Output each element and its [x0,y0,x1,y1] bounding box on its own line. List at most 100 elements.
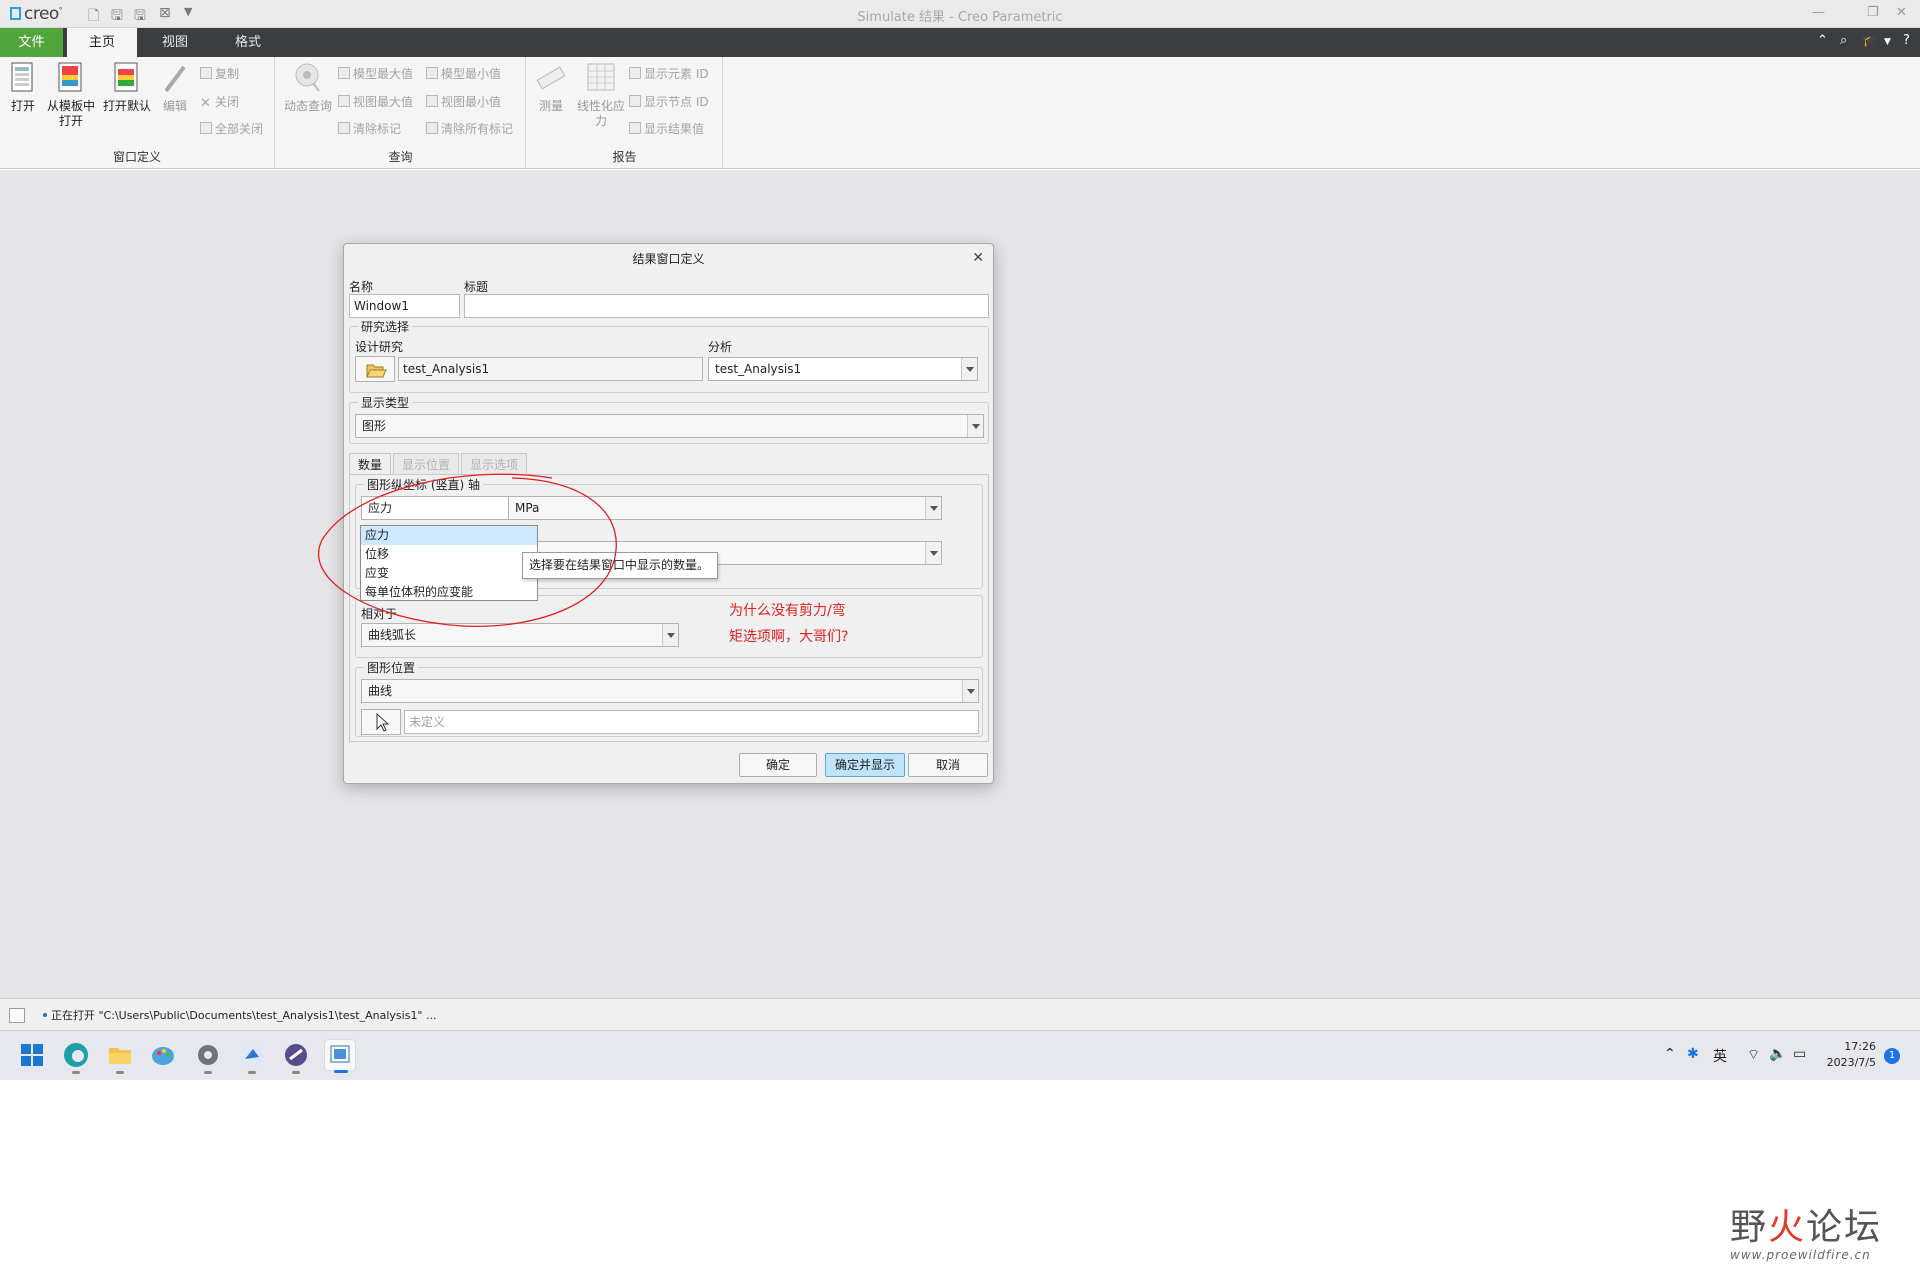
result-window-definition-dialog: 结果窗口定义 ✕ 名称 标题 Window1 研究选择 设计研究 分析 test… [343,243,994,784]
view-min-button[interactable]: 视图最小值 [426,93,501,110]
tab-quantity[interactable]: 数量 [349,453,391,475]
minimize-icon[interactable]: — [1812,5,1825,20]
tab-format[interactable]: 格式 [213,28,283,57]
help-icon[interactable]: ? [1903,33,1910,48]
message-log-checkbox[interactable] [9,1008,25,1023]
learning-menu-icon[interactable]: ▼ [1884,37,1891,47]
restore-icon[interactable]: ❐ [1867,5,1879,20]
annotation-line-1: 为什么没有剪力/弯 [729,603,846,619]
model-min-button[interactable]: 模型最小值 [426,65,501,82]
edit-button[interactable]: 编辑 [158,59,192,114]
volume-icon[interactable]: 🔈 [1769,1046,1786,1062]
eraser-all-icon [426,122,438,134]
taskbar-simulate-results[interactable] [324,1039,356,1073]
analysis-select[interactable]: test_Analysis1 [708,357,978,381]
show-node-id-button[interactable]: 显示节点 ID [629,93,709,110]
ok-button[interactable]: 确定 [739,753,817,777]
model-max-button[interactable]: 模型最大值 [338,65,413,82]
ime-indicator[interactable]: 英 [1713,1046,1727,1066]
view-max-icon [338,95,350,107]
taskbar-edge[interactable] [60,1039,92,1074]
open-default-button[interactable]: 打开默认 [100,59,154,114]
name-input[interactable]: Window1 [349,294,460,318]
graph-location-select[interactable]: 曲线 [361,679,979,703]
tab-display-options[interactable]: 显示选项 [461,453,527,475]
status-bar: 正在打开 "C:\Users\Public\Documents\test_Ana… [0,998,1920,1030]
dialog-close-icon[interactable]: ✕ [972,250,984,266]
group-label-window-definition: 窗口定义 [112,150,161,164]
watermark-char-a: 野 [1730,1207,1769,1248]
wifi-icon[interactable]: ⌔ [1747,1046,1760,1064]
display-type-select[interactable]: 图形 [355,414,984,438]
cursor-arrow-icon [376,712,390,732]
tab-view[interactable]: 视图 [140,28,210,57]
taskbar-settings[interactable] [192,1039,224,1074]
template-window-icon [56,61,86,95]
dropdown-option-strain[interactable]: 应变 [361,564,537,583]
clear-marks-button[interactable]: 清除标记 [338,120,401,137]
title-input[interactable] [464,294,989,318]
taskbar-creo[interactable] [280,1039,312,1074]
relative-to-label: 相对于 [361,607,398,621]
group-window-definition: 打开 从模板中 打开 打开默认 编辑 复制 ✕ 关闭 全部关闭 窗口定义 [0,57,275,169]
show-element-id-button[interactable]: 显示元素 ID [629,65,709,82]
dialog-title: 结果窗口定义 [632,252,705,266]
show-result-value-button[interactable]: 显示结果值 [629,120,704,137]
tab-home[interactable]: 主页 [67,28,137,57]
close-icon[interactable]: ✕ [1896,5,1907,20]
pencil-icon [160,61,190,95]
display-type-label: 显示类型 [358,394,413,411]
collapse-ribbon-icon[interactable]: ⌃ [1817,33,1828,48]
quantity-dropdown-list: 应力 位移 应变 每单位体积的应变能 [360,525,538,601]
battery-icon[interactable]: ▭ [1793,1046,1806,1062]
dropdown-option-strain-energy-density[interactable]: 每单位体积的应变能 [361,583,537,602]
tab-display-location[interactable]: 显示位置 [393,453,459,475]
results-window-icon [330,1045,350,1063]
taskbar-explorer[interactable] [104,1039,136,1074]
cancel-button[interactable]: 取消 [908,753,988,777]
dynamic-query-icon [293,61,323,95]
notification-badge[interactable]: 1 [1884,1048,1900,1064]
ok-and-show-button[interactable]: 确定并显示 [825,753,905,777]
relative-to-select[interactable]: 曲线弧长 [361,623,679,647]
start-button[interactable] [16,1039,48,1071]
chevron-down-icon [662,624,678,646]
dropdown-option-stress[interactable]: 应力 [361,526,537,545]
title-label: 标题 [464,280,489,294]
ribbon: 打开 从模板中 打开 打开默认 编辑 复制 ✕ 关闭 全部关闭 窗口定义 动态查… [0,57,1920,169]
location-input[interactable]: 未定义 [404,710,979,734]
unit-select[interactable]: MPa [508,496,942,520]
close-all-button[interactable]: 全部关闭 [200,120,263,137]
dynamic-query-button[interactable]: 动态查询 [280,59,336,114]
copy-icon [200,67,212,79]
tab-file[interactable]: 文件 [0,28,63,57]
taskbar-paint[interactable] [148,1039,180,1071]
annotation-line-2: 矩选项啊，大哥们? [729,629,849,645]
dropdown-option-displacement[interactable]: 位移 [361,545,537,564]
open-button[interactable]: 打开 [6,59,40,114]
copy-button[interactable]: 复制 [200,65,239,82]
view-max-button[interactable]: 视图最大值 [338,93,413,110]
measure-button[interactable]: 测量 [531,59,571,114]
browse-study-button[interactable] [355,356,395,382]
eraser-icon [338,122,350,134]
tray-overflow-icon[interactable]: ⌃ [1664,1046,1676,1062]
tray-app-icon[interactable]: ✱ [1687,1046,1699,1062]
gear-icon [198,1045,218,1065]
folder-open-icon [366,364,387,378]
design-study-input[interactable]: test_Analysis1 [398,357,703,381]
ribbon-tab-bar: 文件 主页 视图 格式 ⌃ ⌕ 🎓 ▼ ? [0,28,1920,57]
clock[interactable]: 17:26 2023/7/5 [1826,1039,1876,1071]
chevron-down-icon [925,542,941,564]
open-from-template-button[interactable]: 从模板中 打开 [44,59,98,129]
close-button[interactable]: ✕ 关闭 [200,93,239,110]
group-report: 测量 线性化应 力 显示元素 ID 显示节点 ID 显示结果值 报告 [527,57,723,169]
learning-icon[interactable]: 🎓 [1862,33,1878,48]
linearize-stress-button[interactable]: 线性化应 力 [573,59,629,129]
select-location-button[interactable] [361,709,401,735]
clear-all-marks-button[interactable]: 清除所有标记 [426,120,513,137]
model-min-icon [426,67,438,79]
group-query: 动态查询 模型最大值 视图最大值 清除标记 模型最小值 视图最小值 清除所有标记… [276,57,526,169]
search-icon[interactable]: ⌕ [1840,33,1847,48]
taskbar-app-bird[interactable] [236,1039,268,1074]
